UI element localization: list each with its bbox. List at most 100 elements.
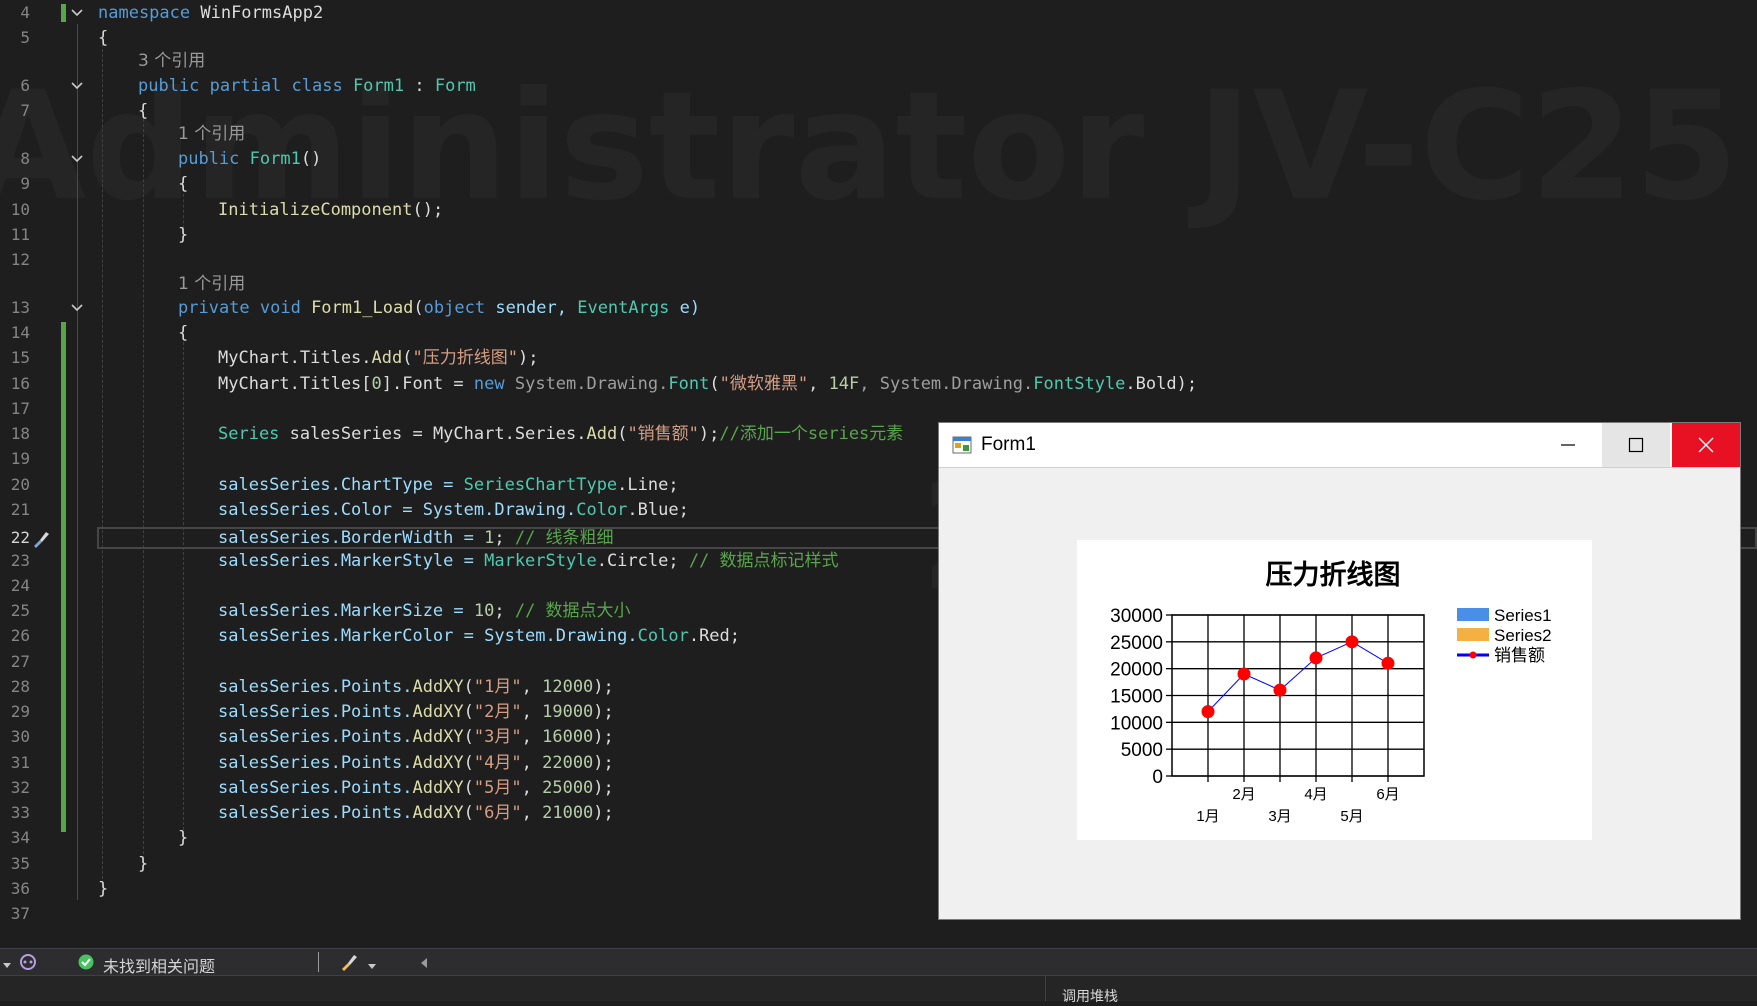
code-line: InitializeComponent(); [218,200,444,220]
codelens-references[interactable]: 3 个引用 [138,51,205,71]
code-line: salesSeries.MarkerSize = 10; // 数据点大小 [218,601,631,621]
x-tick-label: 6月 [1376,786,1399,803]
line-number: 36 [10,879,30,898]
code-line: salesSeries.MarkerStyle = MarkerStyle.Ci… [218,551,839,571]
legend-swatch [1457,608,1489,621]
dropdown-arrow-icon[interactable] [2,957,12,975]
code-line: MyChart.Titles.Add("压力折线图"); [218,348,539,368]
code-line: salesSeries.Points.AddXY("5月", 25000); [218,778,614,798]
codelens-references[interactable]: 1 个引用 [178,124,245,144]
code-line: salesSeries.BorderWidth = 1; // 线条粗细 [218,528,614,548]
y-tick-label: 10000 [1110,713,1163,734]
maximize-button[interactable] [1602,423,1670,467]
code-line: { [178,323,189,343]
code-line: salesSeries.Points.AddXY("2月", 19000); [218,702,614,722]
legend-label: 销售额 [1494,646,1545,665]
code-line: public Form1() [178,149,322,169]
code-line: } [178,225,189,245]
line-number: 7 [20,101,30,120]
code-line: salesSeries.Points.AddXY("4月", 22000); [218,753,614,773]
legend-swatch [1457,628,1489,641]
code-line: } [98,879,109,899]
scroll-left-icon[interactable] [420,956,428,974]
editor-status-bar: 未找到相关问题 [0,948,1757,977]
dropdown-arrow-icon[interactable] [367,958,377,976]
call-stack-tab[interactable]: 调用堆栈 [1062,986,1118,1006]
line-number: 8 [20,149,30,168]
line-number: 11 [10,225,30,244]
code-line: public partial class Form1 : Form [138,76,476,96]
brush-icon[interactable] [340,953,360,976]
bottom-panel-bar: 调用堆栈 [0,975,1757,1004]
line-number: 34 [10,828,30,847]
data-point-marker [1309,651,1323,665]
code-line: salesSeries.Points.AddXY("3月", 16000); [218,727,614,747]
line-number: 12 [10,250,30,269]
code-line: private void Form1_Load(object sender, E… [178,298,701,318]
fold-chevron-icon[interactable] [70,79,84,93]
code-line: salesSeries.MarkerColor = System.Drawing… [218,626,741,646]
x-tick-label: 1月 [1196,808,1219,825]
status-divider [318,952,319,972]
line-number: 20 [10,475,30,494]
maximize-icon [1628,437,1644,453]
code-line: Series salesSeries = MyChart.Series.Add(… [218,424,904,444]
code-line: salesSeries.Color = System.Drawing.Color… [218,500,689,520]
x-tick-label: 5月 [1340,808,1363,825]
indent-guide [102,44,103,884]
quick-action-icon[interactable] [30,528,52,550]
line-number: 17 [10,399,30,418]
change-indicator [61,322,66,832]
y-tick-label: 25000 [1110,633,1163,654]
form-titlebar[interactable]: Form1 [939,423,1740,467]
codelens-references[interactable]: 1 个引用 [178,274,245,294]
data-point-marker [1381,656,1395,670]
line-number: 30 [10,727,30,746]
form1-window[interactable]: Form1 压力折线图 30000 25000 20000 15000 10000 5000… [938,422,1741,920]
line-number: 37 [10,904,30,923]
series-line [1207,641,1389,712]
data-point-marker [1273,683,1287,697]
line-number: 19 [10,449,30,468]
chart-control[interactable]: 压力折线图 30000 25000 20000 15000 10000 5000 0 1月 2月 3… [1077,540,1592,840]
line-number: 16 [10,374,30,393]
fold-chevron-icon[interactable] [70,6,84,20]
fold-chevron-icon[interactable] [70,152,84,166]
data-point-marker [1201,705,1215,719]
y-tick-label: 5000 [1121,740,1163,761]
chart-title: 压力折线图 [1266,560,1401,590]
x-tick-label: 2月 [1232,786,1255,803]
panel-divider [1045,976,1046,1001]
y-tick-label: 20000 [1110,660,1163,681]
code-line: MyChart.Titles[0].Font = new System.Draw… [218,374,1198,394]
code-line: namespace WinFormsApp2 [98,3,324,23]
code-line: { [178,174,189,194]
y-tick-label: 0 [1152,767,1163,788]
line-number: 21 [10,500,30,519]
code-line: } [178,828,189,848]
close-button[interactable] [1672,423,1740,467]
data-point-marker [1345,635,1359,649]
code-line: salesSeries.ChartType = SeriesChartType.… [218,475,679,495]
y-tick-label: 15000 [1110,687,1163,708]
fold-chevron-icon[interactable] [70,301,84,315]
line-number: 23 [10,551,30,570]
form-title: Form1 [981,434,1036,455]
x-tick-label: 4月 [1304,786,1327,803]
line-number: 18 [10,424,30,443]
legend-label: Series1 [1494,606,1552,625]
minimize-icon [1561,444,1575,446]
copilot-icon[interactable] [18,953,38,976]
minimize-button[interactable] [1534,423,1602,467]
code-line: { [98,28,109,48]
indent-guide [183,342,184,830]
y-tick-label: 30000 [1110,606,1163,627]
change-indicator [61,4,66,22]
legend-marker [1469,651,1477,659]
line-number: 31 [10,753,30,772]
line-number: 33 [10,803,30,822]
check-circle-icon [78,954,94,975]
issues-status-text[interactable]: 未找到相关问题 [103,953,215,977]
line-number: 29 [10,702,30,721]
app-icon [952,436,972,459]
